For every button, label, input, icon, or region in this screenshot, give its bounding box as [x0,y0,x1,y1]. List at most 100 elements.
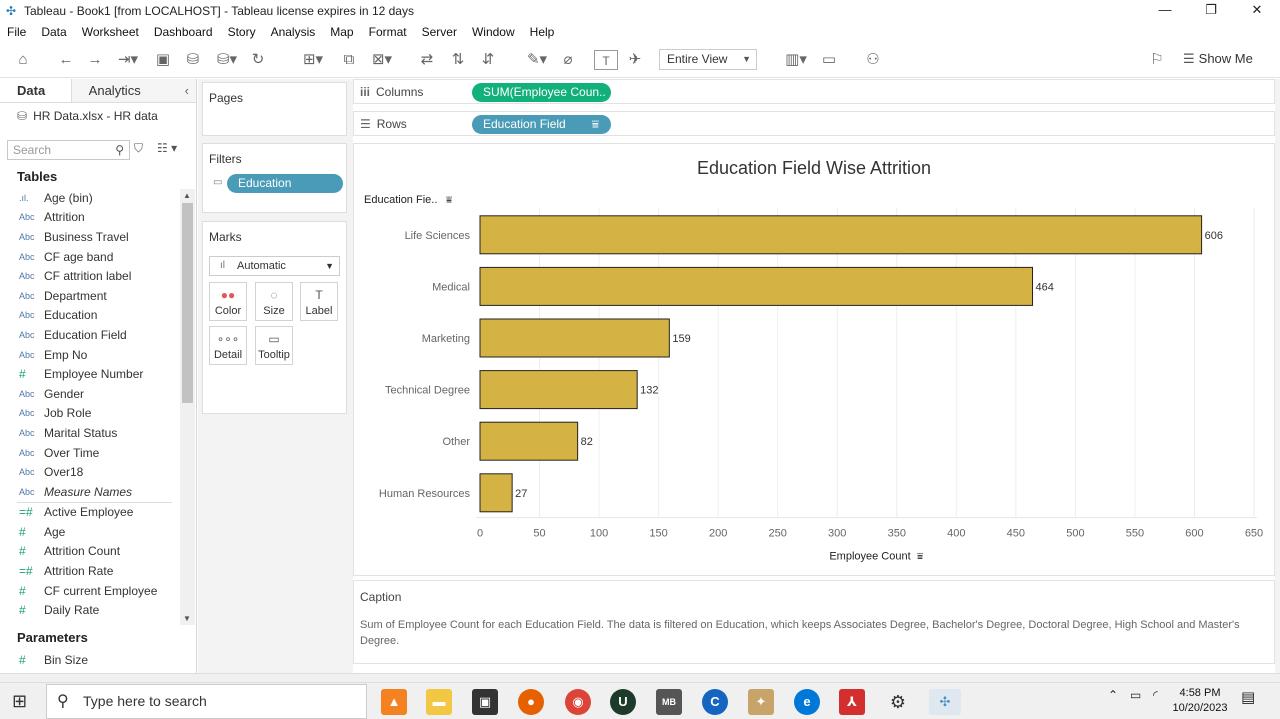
edge-icon[interactable]: e [794,689,820,715]
new-datasource-icon[interactable]: ⛁ [183,50,203,70]
presentation-icon[interactable]: ▭ [819,50,839,70]
duplicate-icon[interactable]: ⧉ [339,50,359,70]
upwork-icon[interactable]: U [610,689,636,715]
mb-app-icon[interactable]: MB [656,689,682,715]
field-item[interactable]: Abc Over18 [0,462,180,482]
tab-analytics[interactable]: Analytics ‹ [71,79,196,103]
field-item[interactable]: Abc Business Travel [0,227,180,247]
field-item[interactable]: Abc Education Field [0,325,180,345]
data-source[interactable]: ⛁ HR Data.xlsx - HR data [0,103,196,129]
redo-icon[interactable]: → [85,50,105,70]
view-options-icon[interactable]: ☷ ▾ [157,141,177,155]
field-item[interactable]: Abc Emp No [0,345,180,365]
notifications-icon[interactable]: ▤ [1241,688,1255,706]
save-icon[interactable]: ▣ [153,50,173,70]
detail-button[interactable]: ∘∘∘ Detail [209,326,247,365]
menu-worksheet[interactable]: Worksheet [82,25,139,39]
field-item[interactable]: Abc Gender [0,384,180,404]
tooltip-button[interactable]: ▭ Tooltip [255,326,293,365]
clear-sheet-icon[interactable]: ⊠▾ [367,50,397,70]
share-icon[interactable]: ⚇ [863,50,883,70]
tableau-taskbar-icon[interactable]: ✣ [929,689,961,715]
filters-card[interactable]: Filters ▭ Education [202,143,347,213]
columns-shelf[interactable]: iii Columns SUM(Employee Coun.. [353,79,1275,104]
field-item[interactable]: Abc Attrition [0,208,180,228]
show-labels-icon[interactable]: T [594,50,618,70]
sort-asc-icon[interactable]: ⇅ [448,50,468,70]
show-me-button[interactable]: ☰ Show Me [1183,51,1253,67]
pin-icon[interactable]: ✈ [625,50,645,70]
wifi-icon[interactable]: ◜ [1153,688,1158,702]
menu-data[interactable]: Data [41,25,66,39]
field-item[interactable]: =# Active Employee [0,503,180,523]
menu-server[interactable]: Server [422,25,457,39]
field-item[interactable]: # Age [0,522,180,542]
field-item[interactable]: Abc Over Time [0,443,180,463]
size-button[interactable]: ◌ Size [255,282,293,321]
menu-format[interactable]: Format [369,25,407,39]
acrobat-icon[interactable]: ⅄ [839,689,865,715]
undo-icon[interactable]: ← [56,50,76,70]
menu-help[interactable]: Help [530,25,555,39]
restore-icon[interactable]: ❐ [1188,0,1234,21]
menu-window[interactable]: Window [472,25,515,39]
windows-start-icon[interactable]: ⊞ [12,691,27,712]
file-explorer-icon[interactable]: ▬ [426,689,452,715]
store-icon[interactable]: ▣ [472,689,498,715]
field-item[interactable]: Abc CF age band [0,247,180,267]
field-item[interactable]: Abc Job Role [0,404,180,424]
rows-shelf[interactable]: ☰ Rows Education Field ⩸ [353,111,1275,136]
taskbar-search-input[interactable]: ⚲ Type here to search [46,684,367,719]
fit-dropdown[interactable]: Entire View ▼ [659,49,757,70]
signpost-icon[interactable]: ⚐ [1147,50,1167,70]
cards-icon[interactable]: ▥▾ [781,50,811,70]
menu-analysis[interactable]: Analysis [271,25,316,39]
replay-icon[interactable]: ⇥▾ [113,50,143,70]
photo-app-icon[interactable]: ✦ [748,689,774,715]
firefox-icon[interactable]: ● [518,689,544,715]
scrollbar-thumb[interactable] [182,203,193,403]
field-item[interactable]: Abc Department [0,286,180,306]
close-icon[interactable]: ✕ [1234,0,1280,21]
c-app-icon[interactable]: C [702,689,728,715]
battery-icon[interactable]: ▭ [1130,688,1141,702]
minimize-icon[interactable]: — [1142,0,1188,21]
color-button[interactable]: ●● Color [209,282,247,321]
field-item[interactable]: # Daily Rate [0,600,180,620]
home-icon[interactable]: ⌂ [13,50,33,70]
field-item[interactable]: Abc Measure Names [0,482,180,502]
chevron-up-icon[interactable]: ⌃ [1108,688,1118,702]
field-item[interactable]: Abc Education [0,306,180,326]
sort-desc-icon[interactable]: ⇵ [478,50,498,70]
field-item[interactable]: =# Attrition Rate [0,561,180,581]
highlight-icon[interactable]: ✎▾ [522,50,552,70]
chevron-up-icon[interactable]: ▲ [183,191,191,200]
rows-pill-education-field[interactable]: Education Field ⩸ [472,115,611,134]
field-item[interactable]: # Attrition Count [0,542,180,562]
mark-type-dropdown[interactable]: ıl Automatic ▼ [209,256,340,276]
refresh-icon[interactable]: ↻ [248,50,268,70]
new-worksheet-icon[interactable]: ⊞▾ [298,50,328,70]
field-item[interactable]: # Bin Size [0,650,180,670]
field-item[interactable]: # Employee Number [0,364,180,384]
chrome-icon[interactable]: ◉ [565,689,591,715]
search-input[interactable]: Search ⚲ [7,140,130,160]
collapse-icon[interactable]: ‹ [185,79,189,103]
tab-data[interactable]: Data [0,79,72,102]
field-item[interactable]: # CF current Employee [0,581,180,601]
group-icon[interactable]: ⌀ [558,50,578,70]
label-button[interactable]: T Label [300,282,338,321]
filter-icon[interactable]: ⛉ [134,141,143,156]
taskbar-clock[interactable]: 4:58 PM 10/20/2023 [1170,686,1230,716]
menu-map[interactable]: Map [330,25,353,39]
field-list-scrollbar[interactable]: ▲ ▼ [180,189,195,625]
menu-dashboard[interactable]: Dashboard [154,25,213,39]
pages-card[interactable]: Pages [202,82,347,136]
field-item[interactable]: Abc Marital Status [0,423,180,443]
settings-gear-icon[interactable]: ⚙ [885,689,911,715]
field-item[interactable]: .ıl. Age (bin) [0,188,180,208]
vlc-icon[interactable]: ▲ [381,689,407,715]
menu-file[interactable]: File [7,25,26,39]
field-item[interactable]: Abc CF attrition label [0,266,180,286]
columns-pill-employee-count[interactable]: SUM(Employee Coun.. [472,83,611,102]
